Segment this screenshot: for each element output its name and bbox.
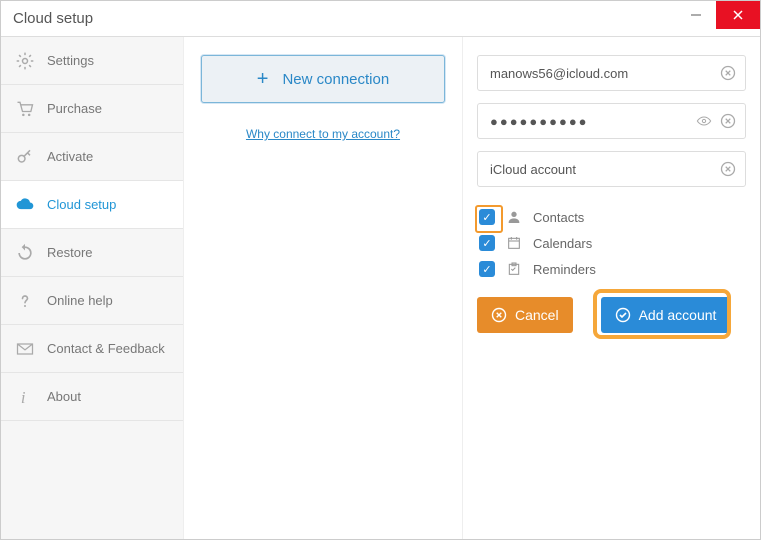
sidebar-item-about[interactable]: i About — [1, 373, 183, 421]
add-account-button[interactable]: Add account — [601, 297, 731, 333]
cart-icon — [15, 99, 35, 119]
sidebar-item-restore[interactable]: Restore — [1, 229, 183, 277]
clear-icon[interactable] — [720, 161, 736, 177]
sidebar-item-cloud-setup[interactable]: Cloud setup — [1, 181, 183, 229]
envelope-icon — [15, 339, 35, 359]
info-icon: i — [15, 387, 35, 407]
titlebar: Cloud setup — [1, 1, 760, 37]
sidebar-item-label: Contact & Feedback — [47, 341, 165, 356]
window-title: Cloud setup — [13, 10, 93, 27]
check-circle-icon — [615, 307, 631, 323]
cloud-icon — [15, 194, 35, 216]
cancel-label: Cancel — [515, 307, 559, 323]
add-account-label: Add account — [639, 307, 717, 323]
checkbox-calendars[interactable]: ✓ — [479, 235, 495, 251]
check-label: Calendars — [533, 236, 592, 251]
sidebar-item-label: Online help — [47, 293, 113, 308]
gear-icon — [15, 51, 35, 71]
sidebar-item-label: Settings — [47, 53, 94, 68]
right-panel: ✓ Contacts ✓ Calendars ✓ Reminders — [463, 37, 760, 539]
sidebar-item-label: Purchase — [47, 101, 102, 116]
cancel-x-icon — [491, 307, 507, 323]
middle-panel: + New connection Why connect to my accou… — [183, 37, 463, 539]
svg-text:i: i — [21, 387, 26, 406]
email-input[interactable] — [477, 55, 746, 91]
sidebar-item-purchase[interactable]: Purchase — [1, 85, 183, 133]
why-connect-link[interactable]: Why connect to my account? — [246, 127, 400, 141]
check-row-reminders: ✓ Reminders — [479, 261, 746, 277]
checkbox-contacts[interactable]: ✓ — [479, 209, 495, 225]
cancel-button[interactable]: Cancel — [477, 297, 573, 333]
restore-icon — [15, 243, 35, 263]
account-name-input[interactable] — [477, 151, 746, 187]
password-row — [477, 103, 746, 139]
check-row-contacts: ✓ Contacts — [479, 209, 746, 225]
eye-icon[interactable] — [696, 113, 712, 129]
new-connection-button[interactable]: + New connection — [201, 55, 445, 103]
sidebar-item-label: About — [47, 389, 81, 404]
sidebar-item-online-help[interactable]: Online help — [1, 277, 183, 325]
sidebar-item-label: Activate — [47, 149, 93, 164]
clear-icon[interactable] — [720, 65, 736, 81]
sidebar-item-contact-feedback[interactable]: Contact & Feedback — [1, 325, 183, 373]
window-controls — [676, 1, 760, 36]
sidebar-item-label: Cloud setup — [47, 197, 116, 212]
minimize-button[interactable] — [676, 1, 716, 29]
sidebar-item-label: Restore — [47, 245, 93, 260]
button-row: Cancel Add account — [477, 297, 746, 333]
new-connection-label: New connection — [282, 71, 389, 88]
checkbox-reminders[interactable]: ✓ — [479, 261, 495, 277]
sidebar-item-activate[interactable]: Activate — [1, 133, 183, 181]
check-label: Reminders — [533, 262, 596, 277]
check-row-calendars: ✓ Calendars — [479, 235, 746, 251]
email-row — [477, 55, 746, 91]
plus-icon: + — [257, 68, 269, 91]
close-button[interactable] — [716, 1, 760, 29]
reminders-icon — [505, 261, 523, 277]
clear-icon[interactable] — [720, 113, 736, 129]
sync-options: ✓ Contacts ✓ Calendars ✓ Reminders — [479, 209, 746, 277]
key-icon — [15, 147, 35, 167]
help-icon — [15, 291, 35, 311]
sidebar-item-settings[interactable]: Settings — [1, 37, 183, 85]
check-label: Contacts — [533, 210, 584, 225]
contacts-icon — [505, 209, 523, 225]
app-body: Settings Purchase Activate Cloud setup R… — [1, 37, 760, 539]
calendar-icon — [505, 235, 523, 251]
sidebar: Settings Purchase Activate Cloud setup R… — [1, 37, 183, 539]
account-name-row — [477, 151, 746, 187]
